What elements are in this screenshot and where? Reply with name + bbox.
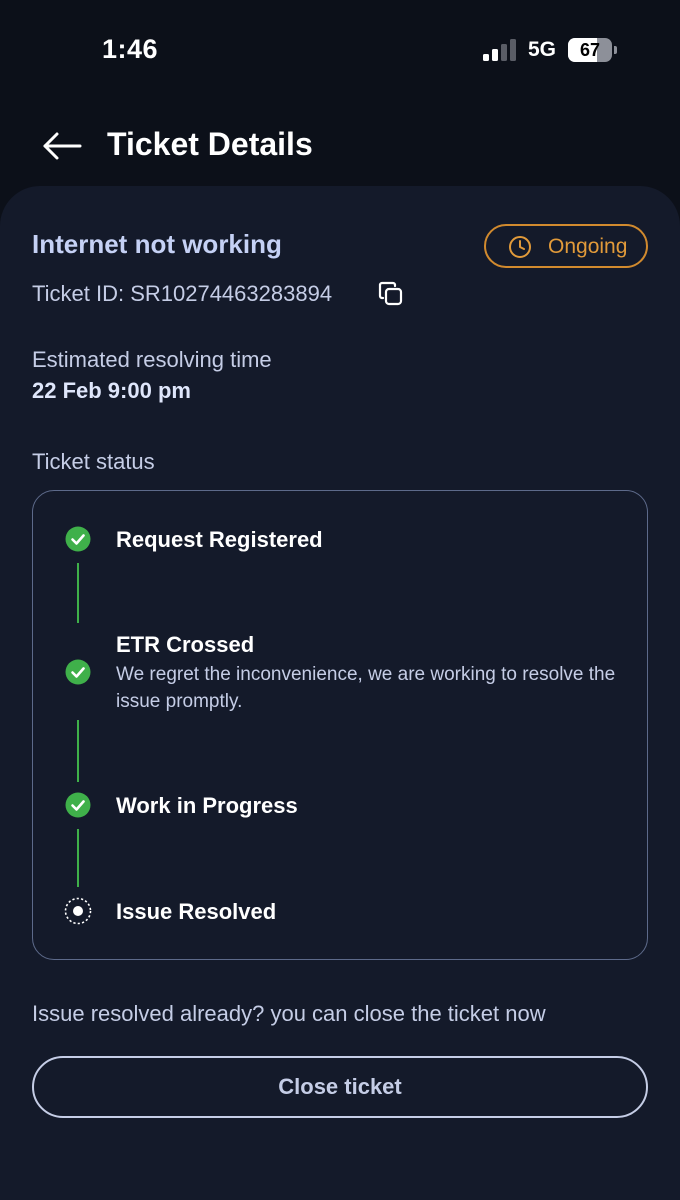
check-circle-icon	[65, 792, 91, 818]
ticket-id: Ticket ID: SR10274463283894	[32, 281, 333, 306]
close-ticket-button[interactable]: Close ticket	[32, 1056, 648, 1118]
timeline-step-title: Work in Progress	[116, 793, 298, 818]
battery-percent: 67	[579, 40, 601, 60]
status-label: Ongoing	[548, 235, 628, 258]
close-ticket-prompt: Issue resolved already? you can close th…	[32, 1001, 546, 1026]
ticket-status-timeline	[32, 490, 648, 960]
ticket-status-heading: Ticket status	[32, 449, 155, 474]
timeline-connector	[77, 563, 79, 623]
status-bar: 1:46 5G 67	[0, 0, 680, 100]
timeline-connector	[77, 720, 79, 782]
battery-cap	[614, 46, 617, 54]
check-circle-icon	[65, 659, 91, 685]
timeline-step-description: We regret the inconvenience, we are work…	[116, 664, 616, 712]
copy-icon[interactable]	[378, 281, 404, 307]
clock-icon	[509, 236, 531, 258]
timeline-step-title: Request Registered	[116, 527, 323, 552]
arrow-left-icon[interactable]	[40, 126, 84, 166]
page-title: Ticket Details	[107, 126, 313, 162]
eta-value: 22 Feb 9:00 pm	[32, 378, 191, 403]
timeline-connector	[77, 829, 79, 887]
battery-body: 67	[568, 38, 612, 62]
eta-label: Estimated resolving time	[32, 347, 272, 372]
battery-icon: 67	[568, 38, 618, 62]
status-time: 1:46	[102, 34, 159, 64]
signal-strength-icon	[483, 39, 516, 61]
timeline-step-title: Issue Resolved	[116, 899, 277, 924]
check-circle-icon	[65, 526, 91, 552]
network-type: 5G	[528, 38, 557, 61]
status-badge: Ongoing	[484, 224, 648, 268]
timeline-step-title: ETR Crossed	[116, 632, 255, 657]
pending-step-icon	[64, 897, 92, 925]
issue-title: Internet not working	[32, 229, 282, 259]
app-header: Ticket Details	[0, 110, 680, 180]
